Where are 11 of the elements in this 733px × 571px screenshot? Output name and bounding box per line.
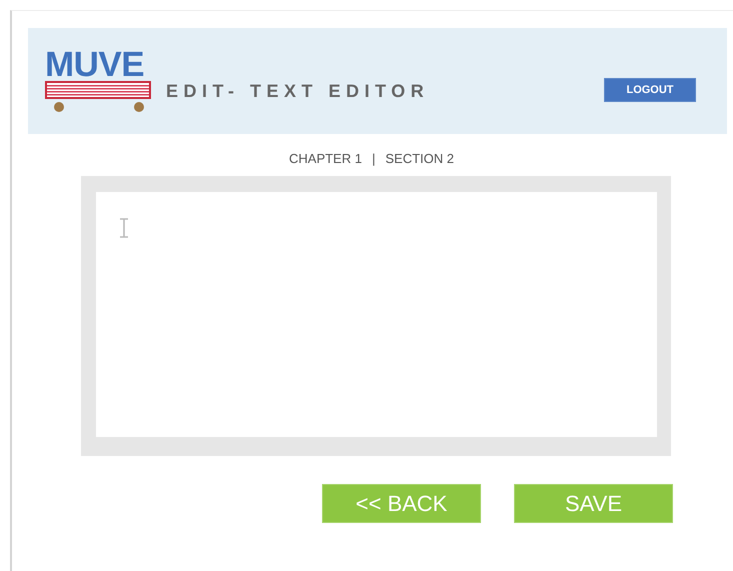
wagon-icon <box>45 81 153 113</box>
separator: | <box>372 151 376 166</box>
page-title: EDIT- TEXT EDITOR <box>166 80 430 102</box>
back-button[interactable]: << BACK <box>322 484 481 523</box>
logout-button[interactable]: LOGOUT <box>604 78 696 102</box>
text-cursor-icon <box>120 218 128 238</box>
save-button[interactable]: SAVE <box>514 484 673 523</box>
text-editor[interactable] <box>96 192 657 437</box>
breadcrumb-item: SECTION 2 <box>385 151 454 166</box>
breadcrumb-item: CHAPTER 1 <box>289 151 362 166</box>
logo-text: MUVE <box>45 49 144 81</box>
